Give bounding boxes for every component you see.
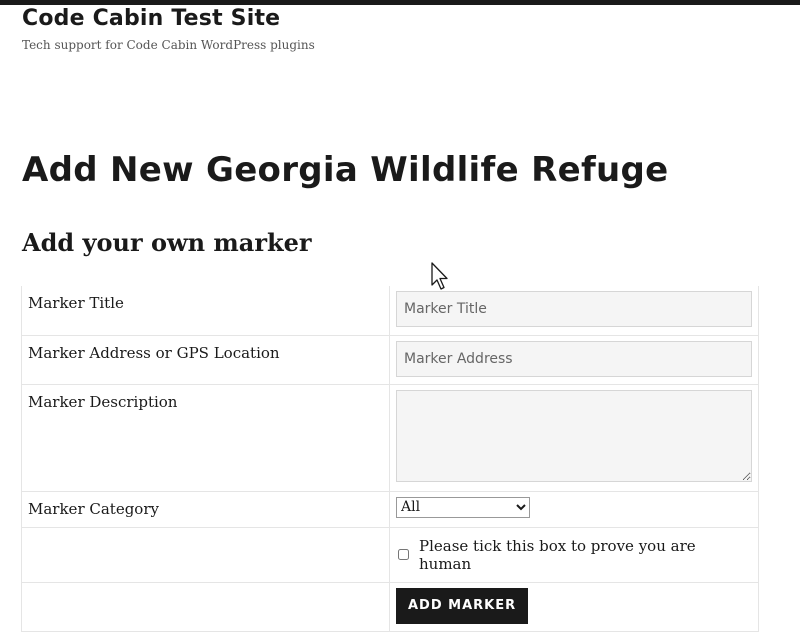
marker-description-textarea[interactable] xyxy=(396,389,752,482)
marker-category-label: Marker Category xyxy=(21,491,390,528)
site-tagline: Tech support for Code Cabin WordPress pl… xyxy=(22,38,315,52)
marker-category-select[interactable]: All xyxy=(396,496,530,518)
marker-form-table: Marker Title Marker Address or GPS Locat… xyxy=(21,286,759,632)
form-row-address: Marker Address or GPS Location xyxy=(21,335,759,385)
form-row-human-check: Please tick this box to prove you are hu… xyxy=(21,527,759,583)
form-row-title: Marker Title xyxy=(21,286,759,336)
human-check-checkbox[interactable] xyxy=(398,549,409,560)
human-check-label: Please tick this box to prove you are hu… xyxy=(419,536,696,573)
marker-title-input[interactable] xyxy=(396,291,752,327)
mouse-pointer-icon xyxy=(431,262,448,290)
add-marker-button[interactable]: ADD MARKER xyxy=(396,587,529,624)
page-title: Add New Georgia Wildlife Refuge xyxy=(22,150,669,190)
marker-description-label: Marker Description xyxy=(21,384,390,492)
site-title[interactable]: Code Cabin Test Site xyxy=(22,6,280,31)
marker-address-label: Marker Address or GPS Location xyxy=(21,335,390,385)
marker-address-input[interactable] xyxy=(396,340,752,377)
marker-title-label: Marker Title xyxy=(21,286,390,336)
form-row-submit: ADD MARKER xyxy=(21,582,759,632)
top-bar xyxy=(0,0,800,5)
form-row-description: Marker Description xyxy=(21,384,759,492)
section-title: Add your own marker xyxy=(22,228,312,257)
form-row-category: Marker Category All xyxy=(21,491,759,528)
